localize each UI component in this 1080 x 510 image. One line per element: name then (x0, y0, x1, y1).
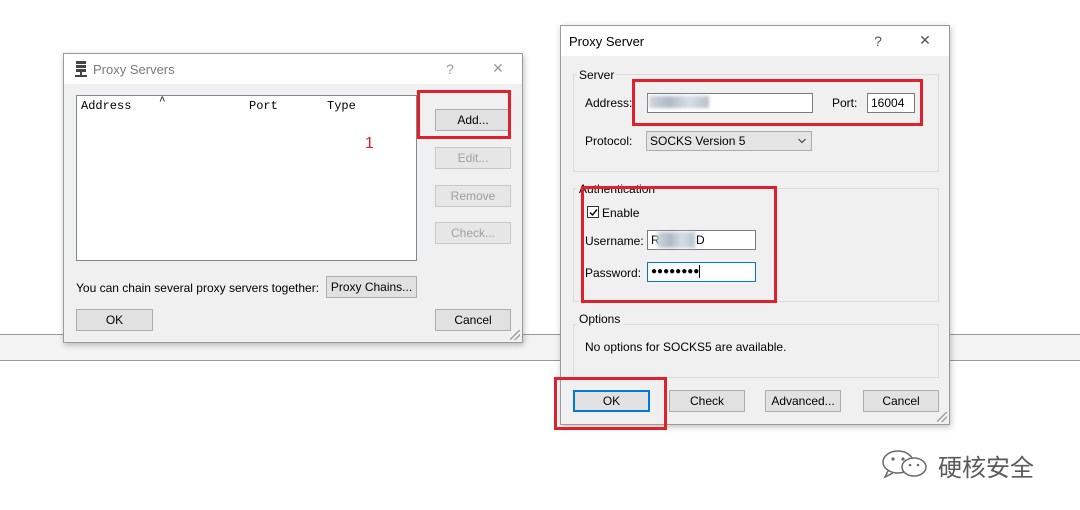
address-label: Address: (585, 96, 633, 110)
protocol-select[interactable]: SOCKS Version 5 (646, 131, 812, 151)
highlight-server-fields (632, 79, 923, 126)
server-group-title: Server (577, 68, 617, 82)
resize-grip[interactable] (510, 330, 520, 340)
proxy-chains-button[interactable]: Proxy Chains... (326, 276, 417, 298)
proxy-servers-titlebar: Proxy Servers ? ✕ (64, 54, 522, 84)
chevron-down-icon (798, 138, 806, 144)
remove-button[interactable]: Remove (435, 185, 511, 207)
ok-button[interactable]: OK (76, 309, 153, 331)
highlight-ok-button (554, 377, 667, 430)
advanced-button[interactable]: Advanced... (765, 390, 841, 412)
server-icon (75, 61, 87, 77)
proxy-list[interactable]: Address ^ Port Type (76, 95, 417, 261)
protocol-label: Protocol: (585, 134, 633, 148)
cancel-button[interactable]: Cancel (435, 309, 511, 331)
resize-grip[interactable] (937, 412, 947, 422)
close-icon[interactable]: ✕ (915, 32, 935, 49)
help-icon[interactable]: ? (442, 61, 458, 77)
proxy-server-titlebar: Proxy Server ? ✕ (561, 26, 949, 56)
sort-ascending-icon: ^ (159, 96, 166, 108)
help-icon[interactable]: ? (870, 33, 886, 49)
options-description: No options for SOCKS5 are available. (585, 340, 787, 354)
proxy-server-title: Proxy Server (569, 34, 645, 49)
cancel-button[interactable]: Cancel (863, 390, 939, 412)
wechat-icon (882, 450, 927, 479)
column-header-address[interactable]: Address (81, 99, 131, 113)
column-header-port[interactable]: Port (249, 99, 278, 113)
check-button[interactable]: Check (669, 390, 745, 412)
close-icon[interactable]: ✕ (488, 60, 508, 77)
check-button[interactable]: Check... (435, 222, 511, 244)
options-group-title: Options (577, 312, 623, 326)
chain-description: You can chain several proxy servers toge… (76, 281, 320, 295)
proxy-servers-title: Proxy Servers (93, 62, 175, 77)
step-number-annotation: 1 (365, 135, 374, 152)
column-header-type[interactable]: Type (327, 99, 356, 113)
protocol-selected-value: SOCKS Version 5 (650, 134, 746, 148)
watermark-text: 硬核安全 (938, 454, 1034, 482)
highlight-add-button (417, 90, 511, 139)
edit-button[interactable]: Edit... (435, 147, 511, 169)
highlight-authentication (581, 186, 777, 303)
